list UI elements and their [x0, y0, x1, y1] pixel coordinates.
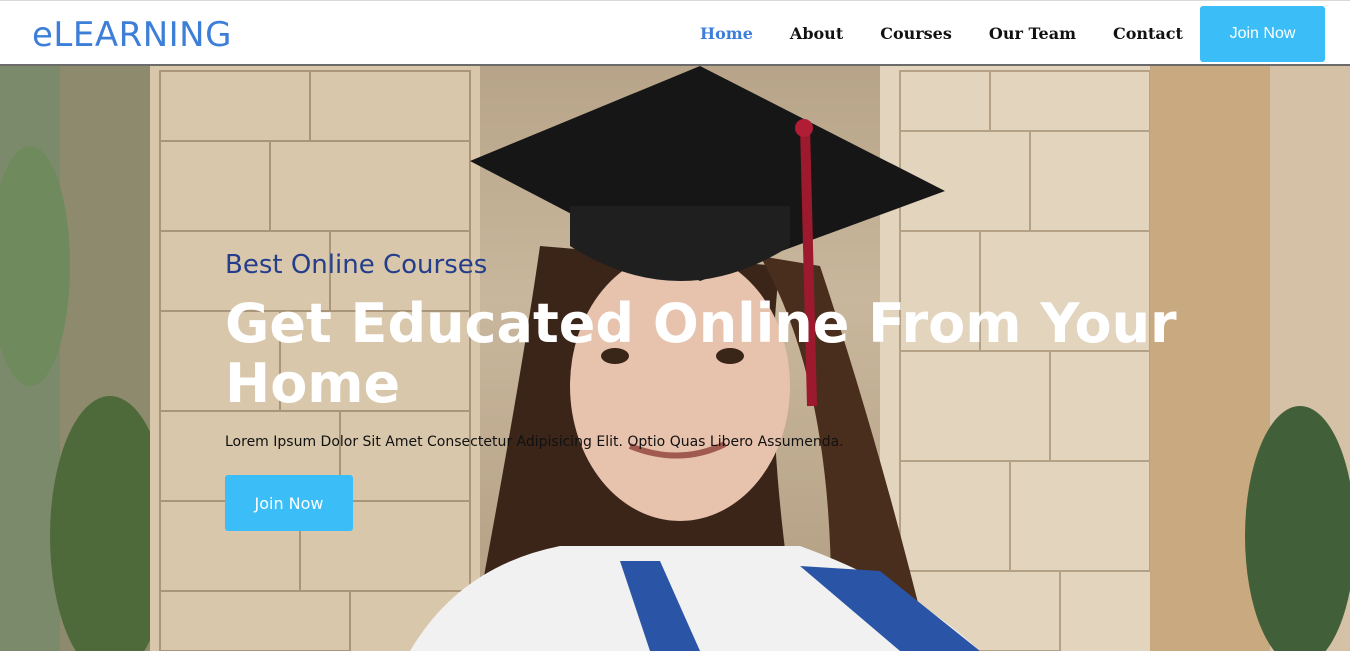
site-logo[interactable]: eLEARNING — [32, 15, 232, 55]
header-join-button[interactable]: Join Now — [1200, 6, 1325, 62]
nav-home[interactable]: Home — [700, 22, 753, 46]
hero-section: Best Online Courses Get Educated Online … — [0, 66, 1350, 651]
page: eLEARNING Home About Courses Our Team Co… — [0, 0, 1350, 651]
nav-contact[interactable]: Contact — [1113, 22, 1183, 46]
main-nav: Home About Courses Our Team Contact — [700, 22, 1220, 46]
site-header: eLEARNING Home About Courses Our Team Co… — [0, 0, 1350, 66]
hero-subtitle: Best Online Courses — [225, 250, 488, 280]
hero-description: Lorem Ipsum Dolor Sit Amet Consectetur A… — [225, 434, 844, 450]
nav-our-team[interactable]: Our Team — [989, 22, 1076, 46]
hero-headline: Get Educated Online From Your Home — [225, 292, 1177, 415]
hero-join-button[interactable]: Join Now — [225, 475, 353, 531]
nav-about[interactable]: About — [790, 22, 843, 46]
nav-courses[interactable]: Courses — [880, 22, 952, 46]
